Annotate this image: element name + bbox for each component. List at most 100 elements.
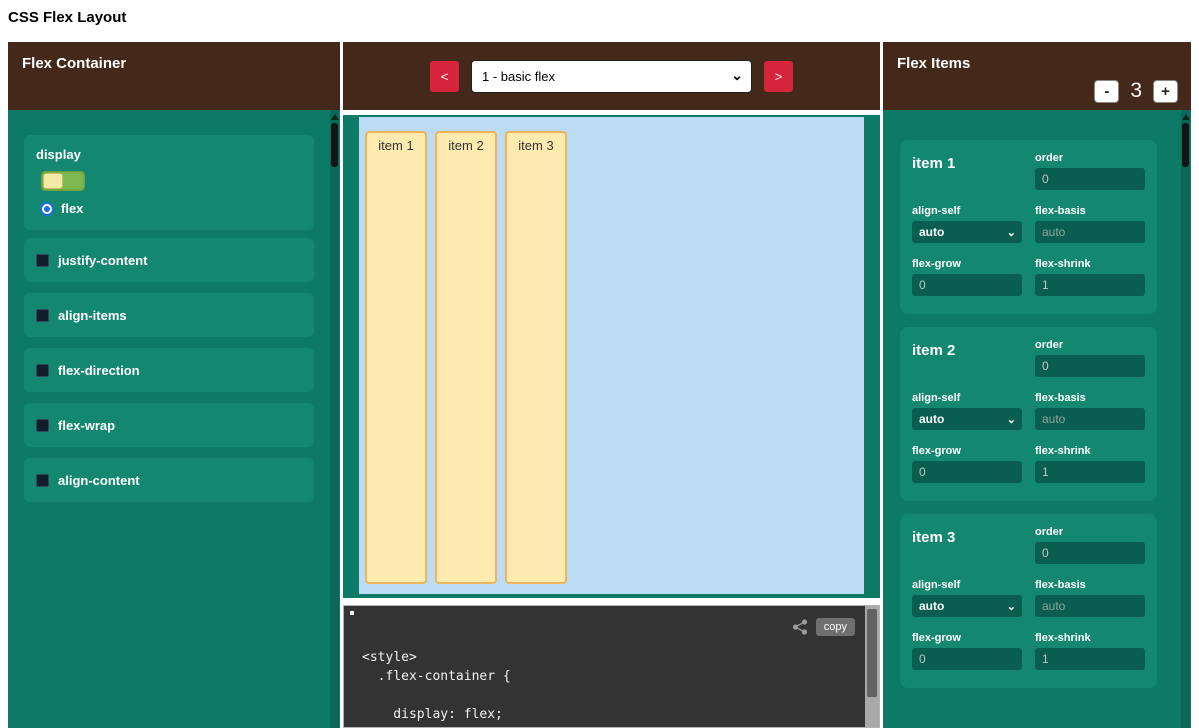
flex-container-panel: Flex Container display flex justify-cont… — [8, 42, 340, 728]
preview-column: < 1 - basic flex ⌄ > item 1 item 2 item … — [343, 42, 880, 728]
scroll-up-icon[interactable] — [1182, 114, 1190, 120]
scroll-up-icon[interactable] — [331, 114, 339, 120]
order-input[interactable] — [1035, 542, 1145, 564]
code-scrollbar-thumb[interactable] — [867, 609, 877, 697]
display-label: display — [36, 147, 302, 162]
right-panel-scrollbar[interactable] — [1181, 110, 1190, 728]
code-dot — [350, 611, 354, 615]
share-icon[interactable] — [792, 619, 808, 635]
flex-direction-label: flex-direction — [58, 363, 140, 378]
code-scrollbar[interactable] — [865, 606, 879, 727]
align-self-field: align-self auto ⌄ — [912, 392, 1022, 430]
flex-preview-item-3: item 3 — [505, 131, 567, 584]
flex-shrink-label: flex-shrink — [1035, 632, 1145, 644]
flex-shrink-input[interactable] — [1035, 648, 1145, 670]
order-label: order — [1035, 526, 1145, 538]
item-card-3: item 3 order align-self auto ⌄ flex-basi — [900, 514, 1157, 688]
code-toolbar: copy — [792, 618, 855, 636]
toggle-knob-icon — [43, 173, 63, 189]
flex-radio-row: flex — [40, 201, 302, 216]
flex-grow-input[interactable] — [912, 648, 1022, 670]
align-self-select[interactable]: auto — [912, 221, 1022, 243]
flex-basis-label: flex-basis — [1035, 392, 1145, 404]
align-self-field: align-self auto ⌄ — [912, 579, 1022, 617]
property-card-justify-content: justify-content — [24, 238, 314, 282]
flex-shrink-label: flex-shrink — [1035, 445, 1145, 457]
flex-grow-label: flex-grow — [912, 632, 1022, 644]
flex-basis-label: flex-basis — [1035, 205, 1145, 217]
flex-grow-field: flex-grow — [912, 445, 1022, 483]
code-line: .flex-container { — [362, 667, 857, 686]
flex-container-body: display flex justify-content align-items — [8, 110, 340, 728]
flex-items-title: Flex Items — [897, 55, 970, 72]
flex-basis-input[interactable] — [1035, 595, 1145, 617]
flex-grow-input[interactable] — [912, 461, 1022, 483]
item-card-2: item 2 order align-self auto ⌄ flex-basi — [900, 327, 1157, 501]
flex-basis-field: flex-basis — [1035, 205, 1145, 243]
code-line: <style> — [362, 648, 857, 667]
align-self-select[interactable]: auto — [912, 595, 1022, 617]
flex-direction-checkbox[interactable] — [36, 364, 49, 377]
align-items-checkbox[interactable] — [36, 309, 49, 322]
item-card-1: item 1 order align-self auto ⌄ flex-basi — [900, 140, 1157, 314]
items-decrease-button[interactable]: - — [1094, 80, 1119, 103]
order-input[interactable] — [1035, 355, 1145, 377]
copy-button[interactable]: copy — [816, 618, 855, 636]
scrollbar-thumb[interactable] — [331, 123, 338, 167]
order-field: order — [1035, 152, 1145, 190]
flex-radio-label: flex — [61, 201, 83, 216]
flex-basis-label: flex-basis — [1035, 579, 1145, 591]
code-line: display: flex; — [362, 705, 857, 724]
justify-content-label: justify-content — [58, 253, 148, 268]
flex-shrink-input[interactable] — [1035, 461, 1145, 483]
justify-content-checkbox[interactable] — [36, 254, 49, 267]
flex-basis-input[interactable] — [1035, 221, 1145, 243]
align-content-label: align-content — [58, 473, 140, 488]
property-card-align-items: align-items — [24, 293, 314, 337]
flex-shrink-label: flex-shrink — [1035, 258, 1145, 270]
flex-radio[interactable] — [40, 202, 54, 216]
example-toolbar: < 1 - basic flex ⌄ > — [343, 42, 880, 110]
display-card: display flex — [24, 135, 314, 230]
example-next-button[interactable]: > — [764, 61, 793, 92]
main-layout: Flex Container display flex justify-cont… — [8, 42, 1191, 728]
order-field: order — [1035, 339, 1145, 377]
flex-container-header: Flex Container — [8, 42, 340, 110]
flex-items-body: item 1 order align-self auto ⌄ flex-basi — [883, 110, 1191, 728]
code-content: <style> .flex-container { display: flex; — [362, 648, 857, 724]
flex-wrap-checkbox[interactable] — [36, 419, 49, 432]
property-card-flex-direction: flex-direction — [24, 348, 314, 392]
example-select[interactable]: 1 - basic flex — [471, 60, 752, 93]
align-content-checkbox[interactable] — [36, 474, 49, 487]
flex-grow-input[interactable] — [912, 274, 1022, 296]
page-title: CSS Flex Layout — [8, 9, 126, 26]
item-counter: - 3 + — [1094, 79, 1178, 103]
flex-preview-item-2: item 2 — [435, 131, 497, 584]
flex-grow-label: flex-grow — [912, 258, 1022, 270]
flex-grow-field: flex-grow — [912, 632, 1022, 670]
align-self-field: align-self auto ⌄ — [912, 205, 1022, 243]
items-increase-button[interactable]: + — [1153, 80, 1178, 103]
display-toggle[interactable] — [41, 171, 85, 191]
code-block: copy <style> .flex-container { display: … — [343, 605, 880, 728]
align-items-label: align-items — [58, 308, 127, 323]
align-self-label: align-self — [912, 392, 1022, 404]
example-prev-button[interactable]: < — [430, 61, 459, 92]
flex-shrink-field: flex-shrink — [1035, 258, 1145, 296]
order-label: order — [1035, 339, 1145, 351]
item-name: item 2 — [912, 339, 1022, 377]
preview-area: item 1 item 2 item 3 — [343, 115, 880, 598]
scrollbar-thumb[interactable] — [1182, 123, 1189, 167]
left-panel-scrollbar[interactable] — [330, 110, 339, 728]
flex-basis-field: flex-basis — [1035, 579, 1145, 617]
flex-shrink-input[interactable] — [1035, 274, 1145, 296]
order-field: order — [1035, 526, 1145, 564]
order-input[interactable] — [1035, 168, 1145, 190]
flex-shrink-field: flex-shrink — [1035, 632, 1145, 670]
code-line — [362, 686, 857, 705]
order-label: order — [1035, 152, 1145, 164]
item-name: item 3 — [912, 526, 1022, 564]
flex-basis-field: flex-basis — [1035, 392, 1145, 430]
flex-basis-input[interactable] — [1035, 408, 1145, 430]
align-self-select[interactable]: auto — [912, 408, 1022, 430]
